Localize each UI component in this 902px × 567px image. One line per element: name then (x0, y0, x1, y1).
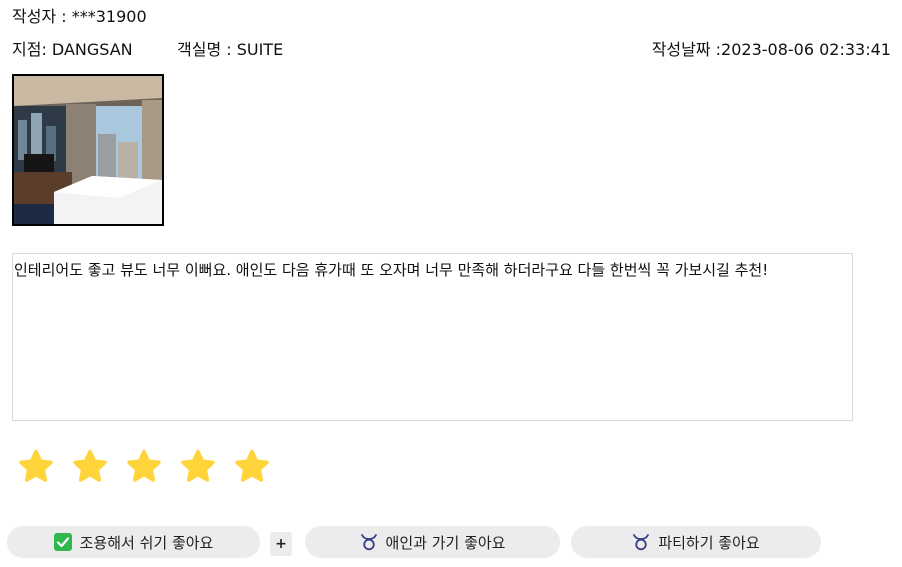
star-icon[interactable] (17, 448, 55, 486)
checkbox-checked-icon (53, 533, 72, 551)
star-icon[interactable] (233, 448, 271, 486)
tag-label: 애인과 가기 좋아요 (385, 533, 506, 552)
branch-label: 지점: DANGSAN (12, 40, 133, 59)
taurus-icon (632, 533, 650, 551)
taurus-icon (360, 533, 378, 551)
hotel-room-photo (14, 76, 162, 224)
date-label: 작성날짜 :2023-08-06 02:33:41 (651, 40, 891, 59)
add-tag-button[interactable]: + (270, 532, 292, 556)
tag-label: 파티하기 좋아요 (658, 533, 760, 552)
tag-quiet-rest[interactable]: 조용해서 쉬기 좋아요 (7, 526, 260, 558)
tag-party[interactable]: 파티하기 좋아요 (571, 526, 821, 558)
star-icon[interactable] (125, 448, 163, 486)
star-rating (17, 448, 271, 486)
star-icon[interactable] (179, 448, 217, 486)
tag-with-partner[interactable]: 애인과 가기 좋아요 (305, 526, 560, 558)
room-label: 객실명 : SUITE (177, 40, 284, 59)
review-text-box: 인테리어도 좋고 뷰도 너무 이뻐요. 애인도 다음 휴가때 또 오자며 너무 … (12, 253, 853, 421)
star-icon[interactable] (71, 448, 109, 486)
review-photo[interactable] (12, 74, 164, 226)
author-label: 작성자 : ***31900 (12, 7, 147, 26)
tag-label: 조용해서 쉬기 좋아요 (79, 533, 214, 552)
